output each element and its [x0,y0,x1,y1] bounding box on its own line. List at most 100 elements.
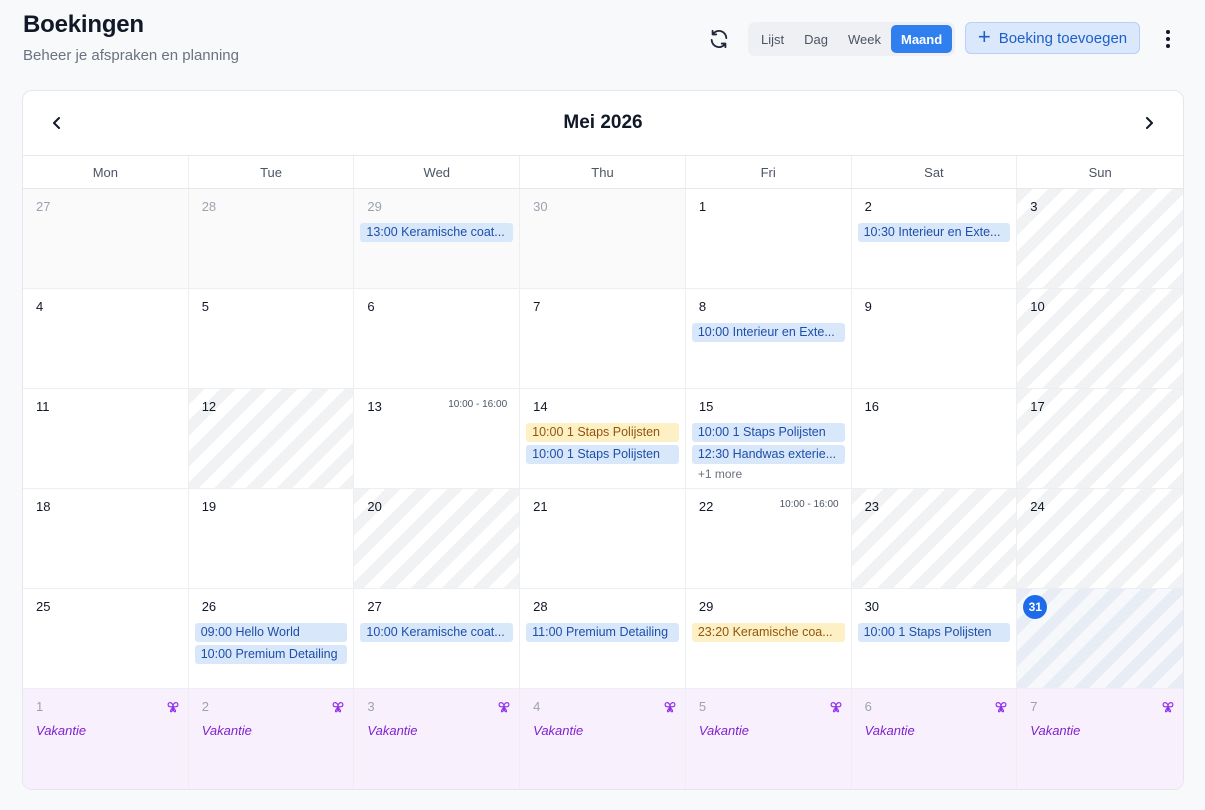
day-cell[interactable]: 26 09:00 Hello World 10:00 Premium Detaili… [188,589,355,689]
more-dot-icon [1166,44,1170,48]
booking-event[interactable]: 10:00 Keramische coat... [360,623,514,642]
day-number: 22 [698,499,714,514]
refresh-button[interactable] [705,25,733,53]
vacation-day-cell[interactable]: 1 Vakantie [23,689,189,789]
day-cell[interactable]: 19 [188,489,355,589]
day-cell[interactable]: 8 10:00 Interieur en Exte... [685,289,852,389]
booking-event[interactable]: 09:00 Hello World [194,623,348,642]
day-cell[interactable]: 27 10:00 Keramische coat... [354,589,521,689]
day-cell[interactable]: 29 13:00 Keramische coat... [354,189,521,289]
day-cell[interactable]: 21 [520,489,686,589]
day-number: 25 [36,599,51,614]
day-cell[interactable]: 30 10:00 1 Staps Polijsten [851,589,1018,689]
view-day-button[interactable]: Dag [794,25,838,53]
day-number: 19 [201,499,217,514]
day-number: 26 [201,599,217,614]
day-cell[interactable]: 9 [851,289,1018,389]
weekday-label: Tue [189,156,355,188]
day-cell[interactable]: 2 10:30 Interieur en Exte... [851,189,1018,289]
event-list: 10:00 1 Staps Polijsten 12:30 Handwas ext… [691,423,845,481]
vacation-label: Vakantie [201,723,252,738]
day-cell[interactable]: 24 [1017,489,1183,589]
add-booking-button[interactable]: + Boeking toevoegen [965,22,1140,54]
day-cell[interactable]: 22 10:00 - 16:00 [685,489,852,589]
view-list-button[interactable]: Lijst [751,25,794,53]
day-cell[interactable]: 28 11:00 Premium Detailing [520,589,686,689]
vacation-day-cell[interactable]: 5 Vakantie [685,689,852,789]
weekday-label: Mon [23,156,189,188]
day-cell[interactable]: 23 [851,489,1018,589]
booking-event[interactable]: 12:30 Handwas exterie... [691,445,845,464]
day-cell[interactable]: 7 [520,289,686,389]
vacation-day-cell[interactable]: 6 Vakantie [851,689,1018,789]
event-list: 10:00 Keramische coat... [360,623,514,642]
vacation-day-cell[interactable]: 2 Vakantie [188,689,355,789]
vacation-day-cell[interactable]: 4 Vakantie [520,689,686,789]
day-number: 11 [36,399,50,414]
day-number: 3 [1030,199,1038,214]
weekday-label: Fri [686,156,852,188]
chevron-right-icon [1146,117,1153,129]
booking-event[interactable]: 13:00 Keramische coat... [360,223,514,242]
day-cell[interactable]: 10 [1017,289,1183,389]
more-options-button[interactable] [1158,26,1178,52]
vacation-label: Vakantie [367,723,418,738]
calendar-header: Mei 2026 [23,91,1183,156]
day-number: 6 [864,699,872,714]
day-cell[interactable]: 28 [188,189,355,289]
day-cell[interactable]: 4 [23,289,189,389]
day-cell[interactable]: 30 [520,189,686,289]
view-month-button[interactable]: Maand [890,25,953,53]
more-events-link[interactable]: +1 more [692,467,845,481]
vacation-day-cell[interactable]: 7 Vakantie [1017,689,1183,789]
weekday-label: Sun [1088,164,1112,180]
booking-event[interactable]: 10:00 1 Staps Polijsten [526,445,679,464]
day-number: 27 [367,599,382,614]
booking-event[interactable]: 10:00 Premium Detailing [194,645,348,664]
vacation-day-cell[interactable]: 3 Vakantie [354,689,521,789]
booking-event[interactable]: 23:20 Keramische coa... [691,623,845,642]
day-cell[interactable]: 18 [23,489,189,589]
day-cell[interactable]: 5 [188,289,355,389]
butterfly-icon [498,700,510,713]
day-cell[interactable]: 15 10:00 1 Staps Polijsten 12:30 Handwas e… [685,389,852,489]
day-cell[interactable]: 11 [23,389,189,489]
booking-event[interactable]: 10:00 1 Staps Polijsten [857,623,1011,642]
butterfly-icon [167,700,179,713]
day-number: 18 [36,499,51,514]
day-number: 29 [698,599,714,614]
day-cell[interactable]: 3 [1017,189,1183,289]
day-cell[interactable]: 20 [354,489,521,589]
booking-event[interactable]: 10:30 Interieur en Exte... [857,223,1011,242]
vacation-label: Vakantie [533,723,584,738]
booking-event[interactable]: 11:00 Premium Detailing [526,623,679,642]
more-dot-icon [1166,37,1170,41]
more-dot-icon [1166,30,1170,34]
day-cell[interactable]: 12 [188,389,355,489]
day-number: 20 [367,499,382,514]
vacation-label: Vakantie [36,723,87,738]
day-number: 7 [533,299,541,314]
day-cell[interactable]: 17 [1017,389,1183,489]
opening-hours: 10:00 - 16:00 [779,499,839,510]
day-number: 30 [533,199,548,214]
day-cell[interactable]: 29 23:20 Keramische coa... [685,589,852,689]
booking-event[interactable]: 10:00 1 Staps Polijsten [691,423,845,442]
day-cell[interactable]: 31 [1017,589,1183,689]
day-cell[interactable]: 13 10:00 - 16:00 [354,389,521,489]
day-cell[interactable]: 1 [685,189,852,289]
day-cell[interactable]: 25 [23,589,189,689]
day-cell[interactable]: 6 [354,289,521,389]
booking-event[interactable]: 10:00 Interieur en Exte... [691,323,845,342]
next-month-button[interactable] [1137,111,1161,135]
view-week-button[interactable]: Week [838,25,891,53]
day-cell[interactable]: 27 [23,189,189,289]
refresh-icon [710,29,728,49]
booking-event[interactable]: 10:00 1 Staps Polijsten [526,423,679,442]
day-number: 4 [36,299,44,314]
day-cell[interactable]: 14 10:00 1 Staps Polijsten 10:00 1 Staps P… [520,389,686,489]
day-cell[interactable]: 16 [851,389,1018,489]
day-number: 23 [864,499,880,514]
day-number: 3 [367,699,375,714]
month-grid: 27 28 29 13:00 Keramische coat... 30 1 2 10:30 … [23,189,1183,789]
